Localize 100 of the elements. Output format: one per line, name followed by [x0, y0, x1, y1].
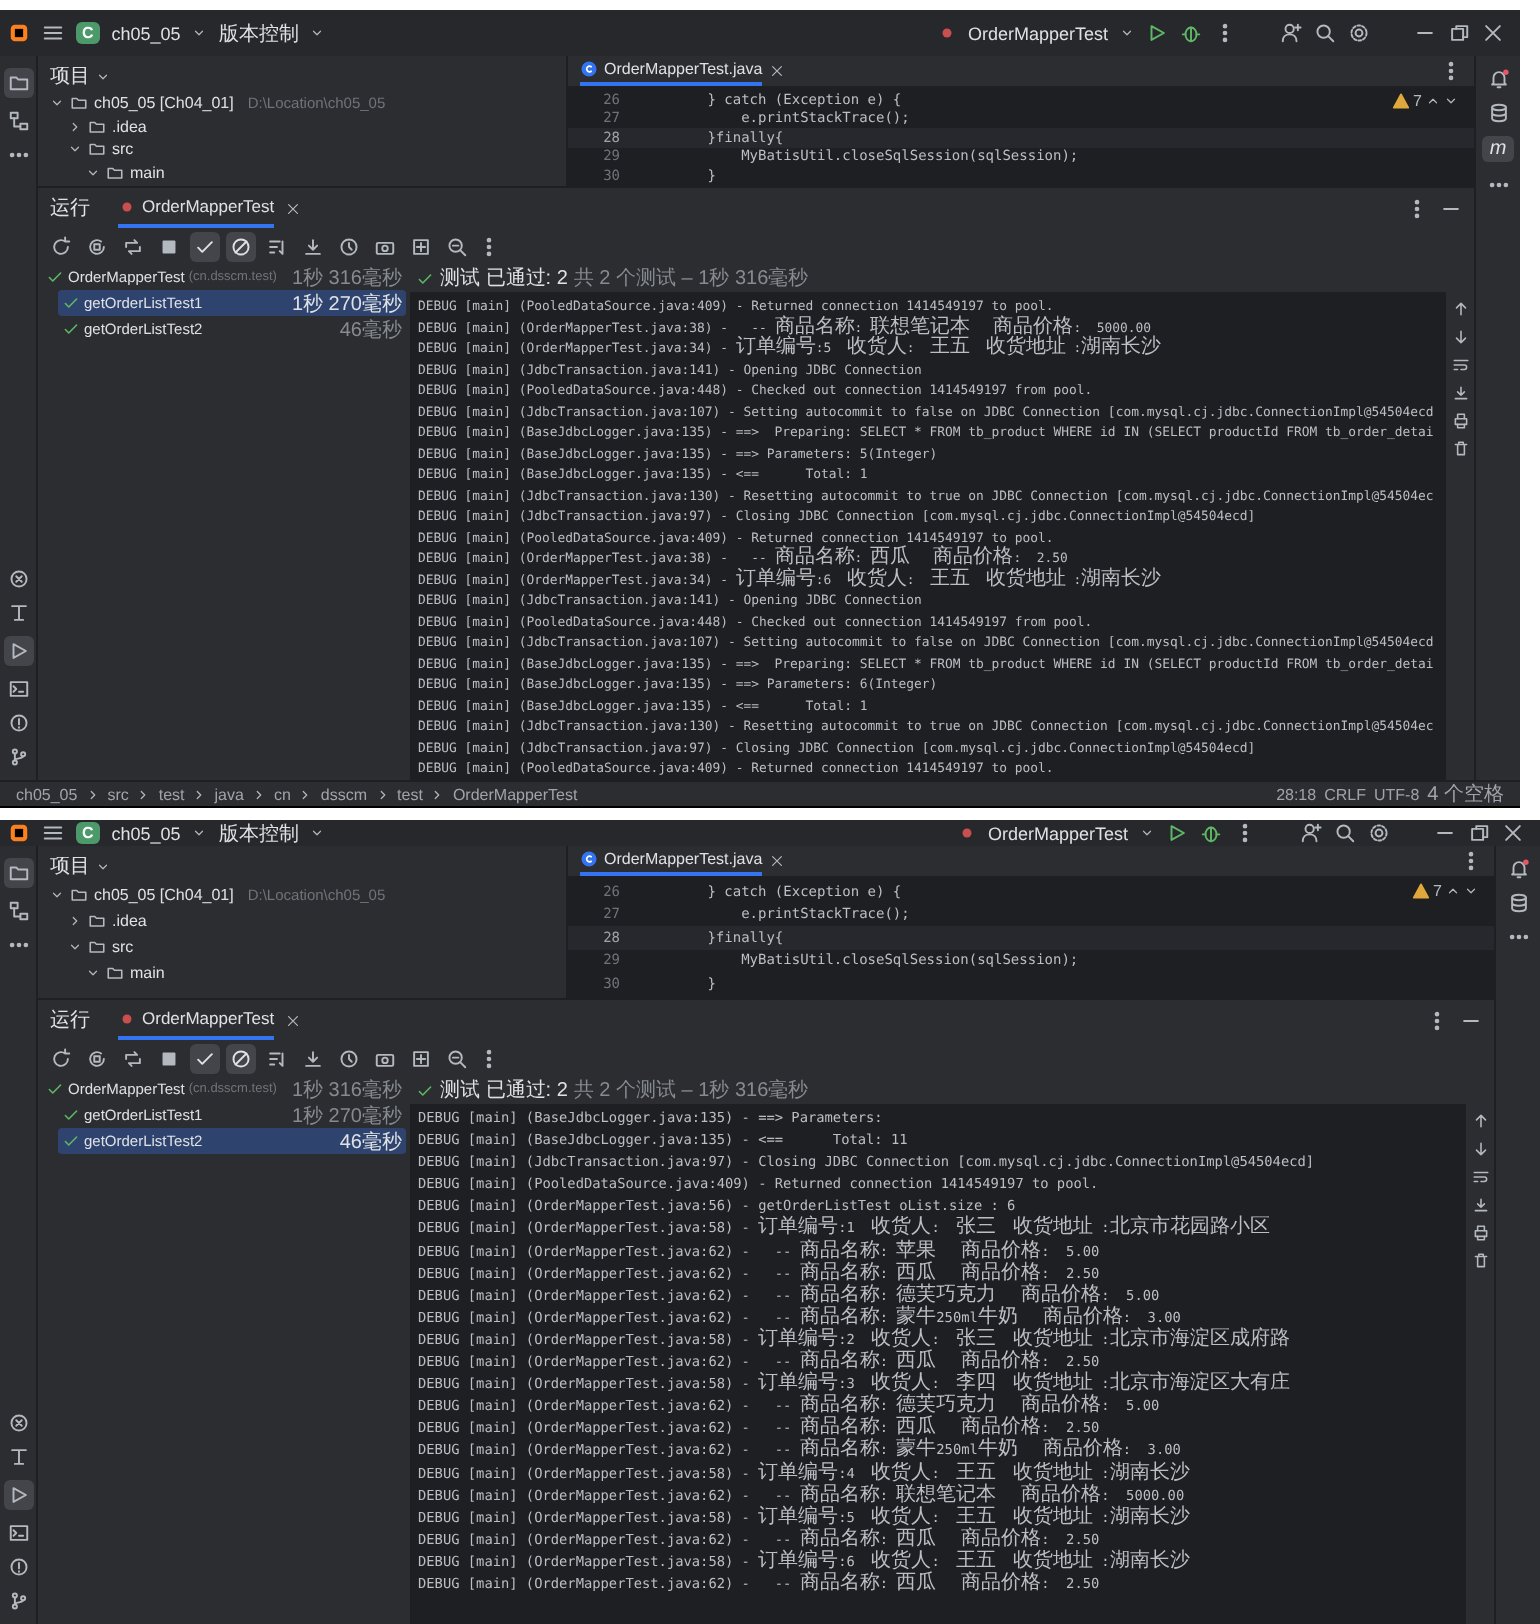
tree-item[interactable]: main [130, 163, 165, 182]
tree-item[interactable]: .idea [112, 117, 147, 136]
close-icon[interactable] [286, 1013, 301, 1027]
app-logo-icon[interactable] [8, 822, 30, 844]
breadcrumb-item[interactable]: dsscm [320, 785, 368, 803]
close-icon[interactable] [770, 64, 785, 78]
debug-icon[interactable] [1180, 22, 1202, 44]
vcs-menu[interactable]: 版本控制 [218, 820, 299, 847]
line-ending[interactable]: CRLF [1324, 785, 1366, 803]
git-icon[interactable] [7, 746, 29, 768]
close-icon[interactable] [1502, 822, 1524, 844]
maven-button[interactable]: m [1481, 136, 1515, 162]
structure-icon[interactable] [7, 900, 29, 922]
panel-title[interactable]: 项目 [50, 852, 90, 880]
dropdown-icon[interactable] [1120, 26, 1134, 40]
run-config-selector[interactable]: OrderMapperTest [967, 23, 1108, 43]
previous-icon[interactable] [1426, 94, 1440, 108]
menu-icon[interactable] [42, 22, 64, 44]
tree-item[interactable]: src [112, 938, 134, 956]
restore-icon[interactable] [1468, 822, 1490, 844]
panel-title[interactable]: 项目 [50, 62, 90, 90]
trash-icon[interactable] [1451, 440, 1469, 458]
run-tab[interactable]: OrderMapperTest [118, 188, 275, 228]
dropdown-icon[interactable] [192, 26, 207, 40]
editor-tab[interactable]: OrderMapperTest.java [580, 56, 763, 86]
notifications-icon[interactable] [1507, 858, 1529, 880]
breadcrumb-item[interactable]: test [158, 785, 185, 803]
warning-count[interactable]: 7 [1413, 92, 1422, 110]
search-icon[interactable] [1314, 22, 1336, 44]
breadcrumb-item[interactable]: OrderMapperTest [452, 785, 578, 803]
notifications-icon[interactable] [1487, 68, 1509, 90]
settings-icon[interactable] [1368, 822, 1390, 844]
tree-item[interactable]: main [130, 964, 165, 982]
run-tool-button[interactable] [3, 636, 33, 666]
add-user-icon[interactable] [1280, 22, 1302, 44]
search-icon[interactable] [1334, 822, 1356, 844]
slash-circle-button[interactable] [226, 1043, 256, 1073]
close-icon[interactable] [770, 854, 785, 868]
indent-setting[interactable]: 4 个空格 [1427, 780, 1504, 806]
dropdown-icon[interactable] [310, 26, 325, 40]
restore-icon[interactable] [1448, 22, 1470, 44]
next-icon[interactable] [1464, 884, 1478, 898]
app-logo-icon[interactable] [8, 22, 30, 44]
project-tool-button[interactable] [3, 68, 33, 98]
print-icon[interactable] [1451, 412, 1469, 430]
git-icon[interactable] [7, 1590, 29, 1612]
close-icon[interactable] [286, 201, 301, 215]
breadcrumb-item[interactable]: java [214, 785, 244, 803]
tree-item[interactable]: ch05_05 [Ch04_01] [94, 886, 234, 904]
tree-item[interactable]: .idea [112, 912, 147, 930]
run-config-selector[interactable]: OrderMapperTest [987, 823, 1128, 843]
up-arrow-icon[interactable] [1451, 300, 1469, 318]
dropdown-icon[interactable] [1140, 826, 1154, 840]
problems-icon[interactable] [7, 712, 29, 734]
cursor-position[interactable]: 28:18 [1276, 785, 1317, 803]
project-tool-button[interactable] [3, 858, 33, 888]
tree-item[interactable]: src [112, 140, 134, 159]
breadcrumb-item[interactable]: test [397, 785, 423, 803]
trash-icon[interactable] [1471, 1252, 1489, 1270]
menu-icon[interactable] [42, 822, 64, 844]
down-arrow-icon[interactable] [1471, 1140, 1489, 1158]
up-arrow-icon[interactable] [1471, 1112, 1489, 1130]
encoding[interactable]: UTF-8 [1373, 785, 1420, 803]
terminal-icon[interactable] [7, 1522, 29, 1544]
scroll-to-end-icon[interactable] [1451, 384, 1469, 402]
dropdown-icon[interactable] [192, 826, 207, 840]
project-selector[interactable]: ch05_05 [111, 823, 181, 843]
run-icon[interactable] [1166, 822, 1188, 844]
breadcrumb-item[interactable]: ch05_05 [16, 785, 78, 803]
vcs-menu[interactable]: 版本控制 [218, 19, 299, 47]
warning-count[interactable]: 7 [1433, 882, 1442, 900]
breadcrumb-item[interactable]: src [107, 785, 129, 803]
database-icon[interactable] [1487, 102, 1509, 124]
debug-icon[interactable] [1200, 822, 1222, 844]
run-tab[interactable]: OrderMapperTest [118, 1000, 275, 1040]
run-icon[interactable] [1146, 22, 1168, 44]
close-icon[interactable] [1482, 22, 1504, 44]
soft-wrap-icon[interactable] [1471, 1168, 1489, 1186]
previous-icon[interactable] [1446, 884, 1460, 898]
check-button[interactable] [190, 231, 220, 261]
check-button[interactable] [190, 1043, 220, 1073]
terminal-icon[interactable] [7, 678, 29, 700]
add-user-icon[interactable] [1300, 822, 1322, 844]
dropdown-icon[interactable] [310, 826, 325, 840]
print-icon[interactable] [1471, 1224, 1489, 1242]
dropdown-icon[interactable] [96, 859, 110, 873]
editor-tab[interactable]: OrderMapperTest.java [580, 846, 763, 876]
down-arrow-icon[interactable] [1451, 328, 1469, 346]
tree-item[interactable]: ch05_05 [Ch04_01] [94, 94, 234, 113]
slash-circle-button[interactable] [226, 231, 256, 261]
project-selector[interactable]: ch05_05 [111, 23, 181, 43]
breadcrumb-item[interactable]: cn [273, 785, 291, 803]
structure-icon[interactable] [7, 110, 29, 132]
database-icon[interactable] [1507, 892, 1529, 914]
soft-wrap-icon[interactable] [1451, 356, 1469, 374]
problems-icon[interactable] [7, 1556, 29, 1578]
scroll-to-end-icon[interactable] [1471, 1196, 1489, 1214]
next-icon[interactable] [1444, 94, 1458, 108]
run-tool-button[interactable] [3, 1480, 33, 1510]
settings-icon[interactable] [1348, 22, 1370, 44]
